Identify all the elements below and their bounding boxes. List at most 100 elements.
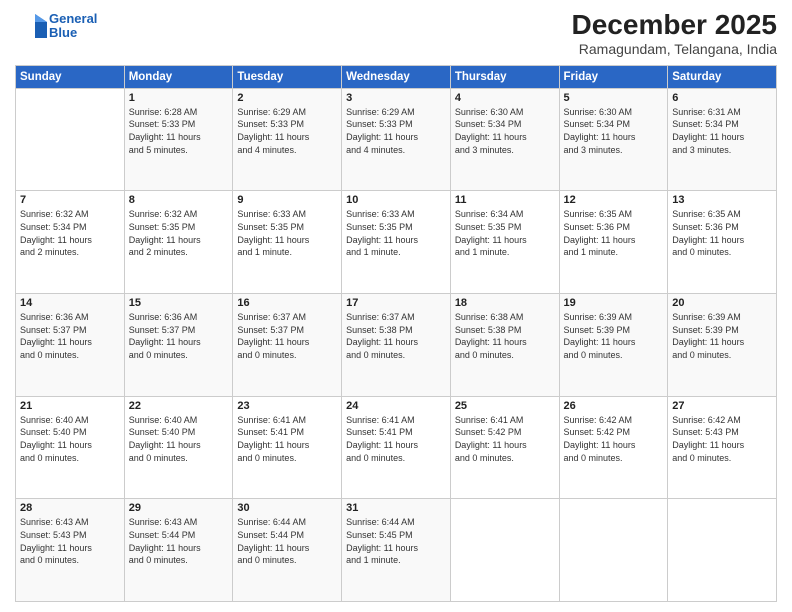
calendar-cell: 29Sunrise: 6:43 AMSunset: 5:44 PMDayligh…: [124, 499, 233, 602]
day-info: Sunrise: 6:36 AMSunset: 5:37 PMDaylight:…: [129, 311, 229, 361]
calendar-cell: 28 Sunrise: 6:43 AMSunset: 5:43 PMDayligh…: [16, 499, 125, 602]
day-number: 5: [564, 92, 664, 104]
calendar-cell: [16, 88, 125, 191]
calendar-cell: 7Sunrise: 6:32 AMSunset: 5:34 PMDaylight…: [16, 191, 125, 294]
calendar-cell: 9Sunrise: 6:33 AMSunset: 5:35 PMDaylight…: [233, 191, 342, 294]
calendar-cell: 1 Sunrise: 6:28 AMSunset: 5:33 PMDaylight…: [124, 88, 233, 191]
day-number: 10: [346, 194, 446, 206]
calendar-cell: 31 Sunrise: 6:44 AMSunset: 5:45 PMDayligh…: [342, 499, 451, 602]
day-number: 17: [346, 297, 446, 309]
calendar-cell: 30 Sunrise: 6:44 AMSunset: 5:44 PMDayligh…: [233, 499, 342, 602]
calendar-cell: 4Sunrise: 6:30 AMSunset: 5:34 PMDaylight…: [450, 88, 559, 191]
day-number: 2: [237, 92, 337, 104]
day-number: 13: [672, 194, 772, 206]
calendar-cell: 8 Sunrise: 6:32 AMSunset: 5:35 PMDaylight…: [124, 191, 233, 294]
day-info: Sunrise: 6:37 AMSunset: 5:38 PMDaylight:…: [346, 311, 446, 361]
logo-text-line2: Blue: [49, 26, 97, 40]
day-number: 4: [455, 92, 555, 104]
day-info: Sunrise: 6:32 AMSunset: 5:35 PMDaylight:…: [129, 208, 229, 258]
day-number: 14: [20, 297, 120, 309]
calendar-week-row: 7Sunrise: 6:32 AMSunset: 5:34 PMDaylight…: [16, 191, 777, 294]
day-number: 22: [129, 400, 229, 412]
day-info: Sunrise: 6:33 AMSunset: 5:35 PMDaylight:…: [346, 208, 446, 258]
calendar-cell: 27 Sunrise: 6:42 AMSunset: 5:43 PMDayligh…: [668, 396, 777, 499]
calendar-cell: 11 Sunrise: 6:34 AMSunset: 5:35 PMDayligh…: [450, 191, 559, 294]
calendar-cell: 16 Sunrise: 6:37 AMSunset: 5:37 PMDayligh…: [233, 294, 342, 397]
day-number: 28: [20, 502, 120, 514]
weekday-header: Thursday: [450, 65, 559, 88]
day-number: 6: [672, 92, 772, 104]
weekday-header: Wednesday: [342, 65, 451, 88]
day-info: Sunrise: 6:37 AMSunset: 5:37 PMDaylight:…: [237, 311, 337, 361]
weekday-header: Sunday: [16, 65, 125, 88]
day-number: 3: [346, 92, 446, 104]
day-number: 7: [20, 194, 120, 206]
day-number: 15: [129, 297, 229, 309]
day-number: 20: [672, 297, 772, 309]
calendar-cell: 19Sunrise: 6:39 AMSunset: 5:39 PMDayligh…: [559, 294, 668, 397]
calendar-cell: 21Sunrise: 6:40 AMSunset: 5:40 PMDayligh…: [16, 396, 125, 499]
logo-text-line1: General: [49, 12, 97, 26]
calendar-week-row: 28 Sunrise: 6:43 AMSunset: 5:43 PMDayligh…: [16, 499, 777, 602]
day-number: 31: [346, 502, 446, 514]
calendar-cell: 26Sunrise: 6:42 AMSunset: 5:42 PMDayligh…: [559, 396, 668, 499]
day-info: Sunrise: 6:31 AMSunset: 5:34 PMDaylight:…: [672, 106, 772, 156]
calendar-week-row: 14 Sunrise: 6:36 AMSunset: 5:37 PMDayligh…: [16, 294, 777, 397]
calendar-cell: 2 Sunrise: 6:29 AMSunset: 5:33 PMDaylight…: [233, 88, 342, 191]
title-block: December 2025 Ramagundam, Telangana, Ind…: [572, 10, 777, 57]
calendar-cell: 22 Sunrise: 6:40 AMSunset: 5:40 PMDayligh…: [124, 396, 233, 499]
day-number: 11: [455, 194, 555, 206]
logo: General Blue: [15, 10, 97, 42]
day-info: Sunrise: 6:28 AMSunset: 5:33 PMDaylight:…: [129, 106, 229, 156]
day-info: Sunrise: 6:38 AMSunset: 5:38 PMDaylight:…: [455, 311, 555, 361]
calendar-cell: 10 Sunrise: 6:33 AMSunset: 5:35 PMDayligh…: [342, 191, 451, 294]
day-number: 27: [672, 400, 772, 412]
day-info: Sunrise: 6:40 AMSunset: 5:40 PMDaylight:…: [129, 414, 229, 464]
header: General Blue December 2025 Ramagundam, T…: [15, 10, 777, 57]
calendar-cell: [450, 499, 559, 602]
page: General Blue December 2025 Ramagundam, T…: [0, 0, 792, 612]
day-number: 25: [455, 400, 555, 412]
day-info: Sunrise: 6:29 AMSunset: 5:33 PMDaylight:…: [346, 106, 446, 156]
calendar-cell: 3 Sunrise: 6:29 AMSunset: 5:33 PMDaylight…: [342, 88, 451, 191]
weekday-header: Tuesday: [233, 65, 342, 88]
calendar-cell: 25 Sunrise: 6:41 AMSunset: 5:42 PMDayligh…: [450, 396, 559, 499]
day-number: 1: [129, 92, 229, 104]
day-info: Sunrise: 6:43 AMSunset: 5:43 PMDaylight:…: [20, 516, 120, 566]
day-number: 16: [237, 297, 337, 309]
day-info: Sunrise: 6:41 AMSunset: 5:41 PMDaylight:…: [237, 414, 337, 464]
day-info: Sunrise: 6:35 AMSunset: 5:36 PMDaylight:…: [564, 208, 664, 258]
day-number: 29: [129, 502, 229, 514]
calendar-cell: [559, 499, 668, 602]
calendar-cell: 20 Sunrise: 6:39 AMSunset: 5:39 PMDayligh…: [668, 294, 777, 397]
day-info: Sunrise: 6:41 AMSunset: 5:41 PMDaylight:…: [346, 414, 446, 464]
day-info: Sunrise: 6:41 AMSunset: 5:42 PMDaylight:…: [455, 414, 555, 464]
day-info: Sunrise: 6:42 AMSunset: 5:42 PMDaylight:…: [564, 414, 664, 464]
month-title: December 2025: [572, 10, 777, 41]
day-info: Sunrise: 6:35 AMSunset: 5:36 PMDaylight:…: [672, 208, 772, 258]
calendar-cell: 23Sunrise: 6:41 AMSunset: 5:41 PMDayligh…: [233, 396, 342, 499]
day-info: Sunrise: 6:44 AMSunset: 5:44 PMDaylight:…: [237, 516, 337, 566]
day-info: Sunrise: 6:42 AMSunset: 5:43 PMDaylight:…: [672, 414, 772, 464]
day-info: Sunrise: 6:44 AMSunset: 5:45 PMDaylight:…: [346, 516, 446, 566]
day-info: Sunrise: 6:29 AMSunset: 5:33 PMDaylight:…: [237, 106, 337, 156]
weekday-header: Saturday: [668, 65, 777, 88]
calendar-cell: 13 Sunrise: 6:35 AMSunset: 5:36 PMDayligh…: [668, 191, 777, 294]
day-number: 24: [346, 400, 446, 412]
calendar-cell: 14 Sunrise: 6:36 AMSunset: 5:37 PMDayligh…: [16, 294, 125, 397]
calendar-cell: 18Sunrise: 6:38 AMSunset: 5:38 PMDayligh…: [450, 294, 559, 397]
calendar-week-row: 21Sunrise: 6:40 AMSunset: 5:40 PMDayligh…: [16, 396, 777, 499]
calendar-cell: 15 Sunrise: 6:36 AMSunset: 5:37 PMDayligh…: [124, 294, 233, 397]
calendar: SundayMondayTuesdayWednesdayThursdayFrid…: [15, 65, 777, 602]
day-number: 8: [129, 194, 229, 206]
day-info: Sunrise: 6:34 AMSunset: 5:35 PMDaylight:…: [455, 208, 555, 258]
calendar-cell: [668, 499, 777, 602]
day-info: Sunrise: 6:30 AMSunset: 5:34 PMDaylight:…: [564, 106, 664, 156]
day-number: 30: [237, 502, 337, 514]
day-info: Sunrise: 6:39 AMSunset: 5:39 PMDaylight:…: [672, 311, 772, 361]
location-title: Ramagundam, Telangana, India: [572, 41, 777, 57]
calendar-week-row: 1 Sunrise: 6:28 AMSunset: 5:33 PMDaylight…: [16, 88, 777, 191]
calendar-cell: 6 Sunrise: 6:31 AMSunset: 5:34 PMDaylight…: [668, 88, 777, 191]
day-info: Sunrise: 6:36 AMSunset: 5:37 PMDaylight:…: [20, 311, 120, 361]
calendar-header-row: SundayMondayTuesdayWednesdayThursdayFrid…: [16, 65, 777, 88]
